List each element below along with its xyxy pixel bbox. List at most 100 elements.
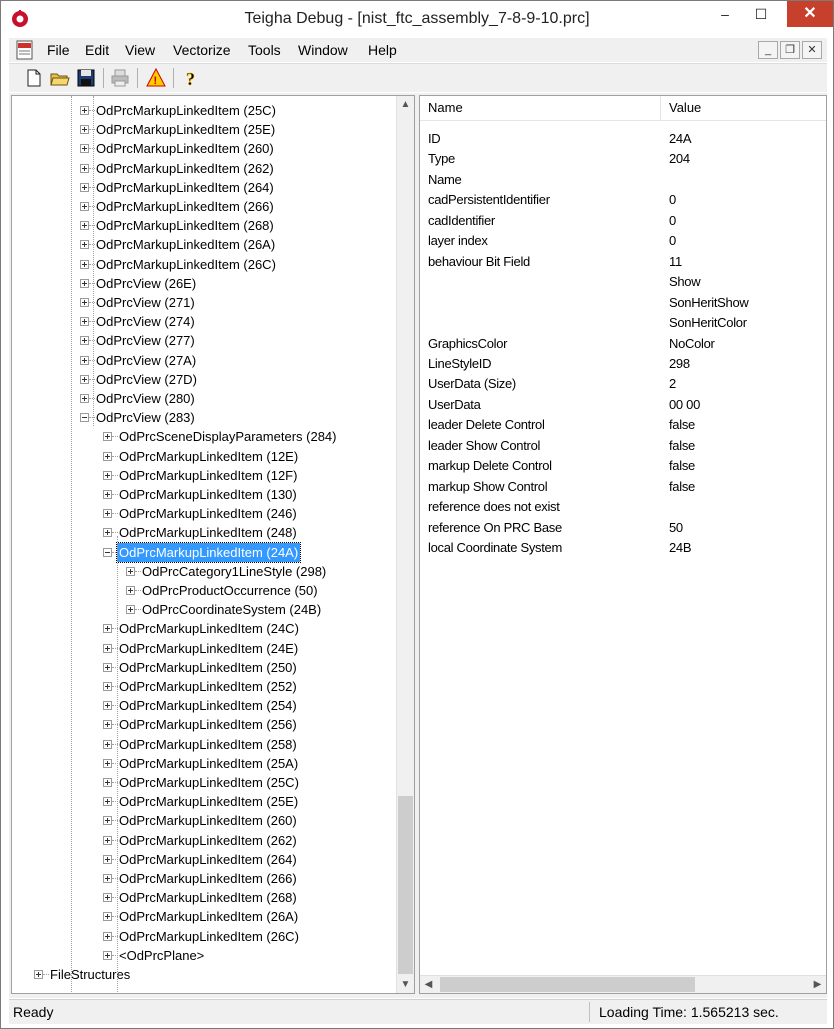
tree-item-label[interactable]: OdPrcView (277): [94, 331, 197, 350]
tree-item-label[interactable]: OdPrcMarkupLinkedItem (258): [117, 735, 299, 754]
tree-item[interactable]: OdPrcMarkupLinkedItem (12E): [12, 447, 392, 466]
tree-item-label[interactable]: OdPrcMarkupLinkedItem (12F): [117, 466, 299, 485]
tree-item-label[interactable]: OdPrcMarkupLinkedItem (24E): [117, 639, 300, 658]
tree-item[interactable]: OdPrcMarkupLinkedItem (248): [12, 523, 392, 542]
menu-help[interactable]: Help: [368, 42, 397, 58]
expand-plus-icon[interactable]: [80, 182, 89, 192]
expand-plus-icon[interactable]: [80, 202, 89, 211]
tree-item[interactable]: OdPrcMarkupLinkedItem (25E): [12, 792, 392, 811]
tree-item[interactable]: OdPrcMarkupLinkedItem (26A): [12, 235, 392, 254]
tree-item[interactable]: OdPrcMarkupLinkedItem (24A): [12, 541, 392, 563]
expand-plus-icon[interactable]: [126, 586, 135, 595]
tree-item-label[interactable]: OdPrcMarkupLinkedItem (24A): [115, 541, 302, 563]
expand-plus-icon[interactable]: [80, 163, 89, 173]
tree-item[interactable]: OdPrcView (27A): [12, 351, 392, 370]
tree-item-label[interactable]: OdPrcMarkupLinkedItem (266): [117, 869, 299, 888]
expand-plus-icon[interactable]: [103, 758, 112, 768]
tree-item[interactable]: OdPrcMarkupLinkedItem (258): [12, 735, 392, 754]
tree-item[interactable]: OdPrcMarkupLinkedItem (25C): [12, 773, 392, 792]
property-row[interactable]: markup Show Control false: [420, 477, 826, 497]
tree-item[interactable]: OdPrcMarkupLinkedItem (254): [12, 696, 392, 715]
expand-plus-icon[interactable]: [103, 854, 112, 864]
expand-plus-icon[interactable]: [34, 970, 43, 979]
column-header-value[interactable]: Value: [669, 100, 701, 115]
mdi-close-button[interactable]: ✕: [802, 41, 822, 59]
tree-item-label[interactable]: OdPrcMarkupLinkedItem (26C): [94, 255, 278, 274]
tree-item[interactable]: OdPrcMarkupLinkedItem (246): [12, 504, 392, 523]
expand-plus-icon[interactable]: [80, 240, 89, 250]
expand-plus-icon[interactable]: [103, 451, 112, 461]
tree-item[interactable]: OdPrcMarkupLinkedItem (268): [12, 216, 392, 235]
tree-item[interactable]: OdPrcMarkupLinkedItem (268): [12, 888, 392, 907]
close-button[interactable]: ✕: [787, 1, 833, 27]
tree-scroll-thumb[interactable]: [398, 796, 413, 974]
tree-item[interactable]: OdPrcView (271): [12, 293, 392, 312]
save-disk-icon[interactable]: [75, 67, 97, 89]
property-row[interactable]: leader Show Control false: [420, 436, 826, 456]
tree-item-label[interactable]: OdPrcMarkupLinkedItem (250): [117, 658, 299, 677]
tree-item[interactable]: OdPrcMarkupLinkedItem (26C): [12, 927, 392, 946]
expand-plus-icon[interactable]: [103, 490, 112, 499]
tree-item-label[interactable]: OdPrcMarkupLinkedItem (130): [117, 485, 299, 504]
expand-plus-icon[interactable]: [80, 259, 89, 269]
menu-file[interactable]: File: [47, 42, 70, 58]
tree-item-label[interactable]: OdPrcCoordinateSystem (24B): [140, 600, 323, 619]
tree-item-label[interactable]: OdPrcMarkupLinkedItem (260): [117, 811, 299, 830]
property-row[interactable]: Type 204: [420, 149, 826, 169]
tree-item[interactable]: OdPrcView (274): [12, 312, 392, 331]
tree-item[interactable]: OdPrcView (283): [12, 408, 392, 427]
tree-item-label[interactable]: OdPrcMarkupLinkedItem (26A): [117, 907, 300, 926]
properties-scroll-thumb[interactable]: [440, 977, 695, 992]
expand-plus-icon[interactable]: [103, 624, 112, 634]
expand-plus-icon[interactable]: [103, 835, 112, 845]
tree-item-label[interactable]: OdPrcSceneDisplayParameters (284): [117, 427, 338, 446]
tree-item[interactable]: OdPrcMarkupLinkedItem (250): [12, 658, 392, 677]
property-row[interactable]: reference On PRC Base 50: [420, 518, 826, 538]
expand-plus-icon[interactable]: [103, 643, 112, 653]
expand-plus-icon[interactable]: [103, 912, 112, 922]
tree-item-label[interactable]: OdPrcMarkupLinkedItem (26C): [117, 927, 301, 946]
tree-item-label[interactable]: OdPrcMarkupLinkedItem (256): [117, 715, 299, 734]
tree-view[interactable]: OdPrcMarkupLinkedItem (25C) OdPrcMarkupLi…: [11, 95, 415, 994]
tree-item-label[interactable]: OdPrcMarkupLinkedItem (268): [117, 888, 299, 907]
tree-item-label[interactable]: OdPrcMarkupLinkedItem (246): [117, 504, 299, 523]
menu-view[interactable]: View: [125, 42, 155, 58]
scroll-down-arrow-icon[interactable]: ▼: [397, 976, 414, 993]
tree-item[interactable]: OdPrcMarkupLinkedItem (266): [12, 869, 392, 888]
expand-plus-icon[interactable]: [80, 278, 89, 288]
expand-plus-icon[interactable]: [103, 893, 112, 903]
tree-item-label[interactable]: OdPrcCategory1LineStyle (298): [140, 562, 328, 581]
tree-item[interactable]: OdPrcMarkupLinkedItem (25C): [12, 101, 392, 120]
tree-item[interactable]: OdPrcMarkupLinkedItem (264): [12, 178, 392, 197]
tree-item-label[interactable]: OdPrcMarkupLinkedItem (12E): [117, 447, 300, 466]
collapse-minus-icon[interactable]: [103, 547, 112, 557]
tree-item[interactable]: OdPrcMarkupLinkedItem (26A): [12, 907, 392, 926]
properties-horizontal-scrollbar[interactable]: ◀ ▶: [420, 975, 826, 993]
tree-item[interactable]: OdPrcView (26E): [12, 274, 392, 293]
minimize-button[interactable]: –: [707, 1, 743, 27]
expand-plus-icon[interactable]: [80, 221, 89, 231]
menu-edit[interactable]: Edit: [85, 42, 109, 58]
expand-plus-icon[interactable]: [80, 394, 89, 403]
property-row[interactable]: cadPersistentIdentifier 0: [420, 190, 826, 210]
new-document-icon[interactable]: [23, 67, 45, 89]
expand-plus-icon[interactable]: [126, 566, 135, 576]
tree-item-label[interactable]: OdPrcMarkupLinkedItem (252): [117, 677, 299, 696]
tree-item[interactable]: OdPrcMarkupLinkedItem (256): [12, 715, 392, 734]
tree-item-label[interactable]: OdPrcView (26E): [94, 274, 198, 293]
property-row[interactable]: UserData 00 00: [420, 395, 826, 415]
tree-item-label[interactable]: OdPrcMarkupLinkedItem (264): [94, 178, 276, 197]
column-header-name[interactable]: Name: [428, 100, 463, 115]
tree-item-label[interactable]: OdPrcMarkupLinkedItem (264): [117, 850, 299, 869]
property-row[interactable]: SonHeritColor: [420, 313, 826, 333]
tree-item-label[interactable]: OdPrcView (274): [94, 312, 197, 331]
property-row[interactable]: GraphicsColor NoColor: [420, 334, 826, 354]
tree-item-label[interactable]: OdPrcView (27D): [94, 370, 199, 389]
expand-plus-icon[interactable]: [103, 816, 112, 826]
tree-item-label[interactable]: OdPrcView (271): [94, 293, 197, 312]
property-row[interactable]: SonHeritShow: [420, 293, 826, 313]
tree-item[interactable]: OdPrcMarkupLinkedItem (262): [12, 831, 392, 850]
expand-plus-icon[interactable]: [103, 778, 112, 787]
expand-plus-icon[interactable]: [103, 739, 112, 749]
tree-item[interactable]: OdPrcMarkupLinkedItem (130): [12, 485, 392, 504]
